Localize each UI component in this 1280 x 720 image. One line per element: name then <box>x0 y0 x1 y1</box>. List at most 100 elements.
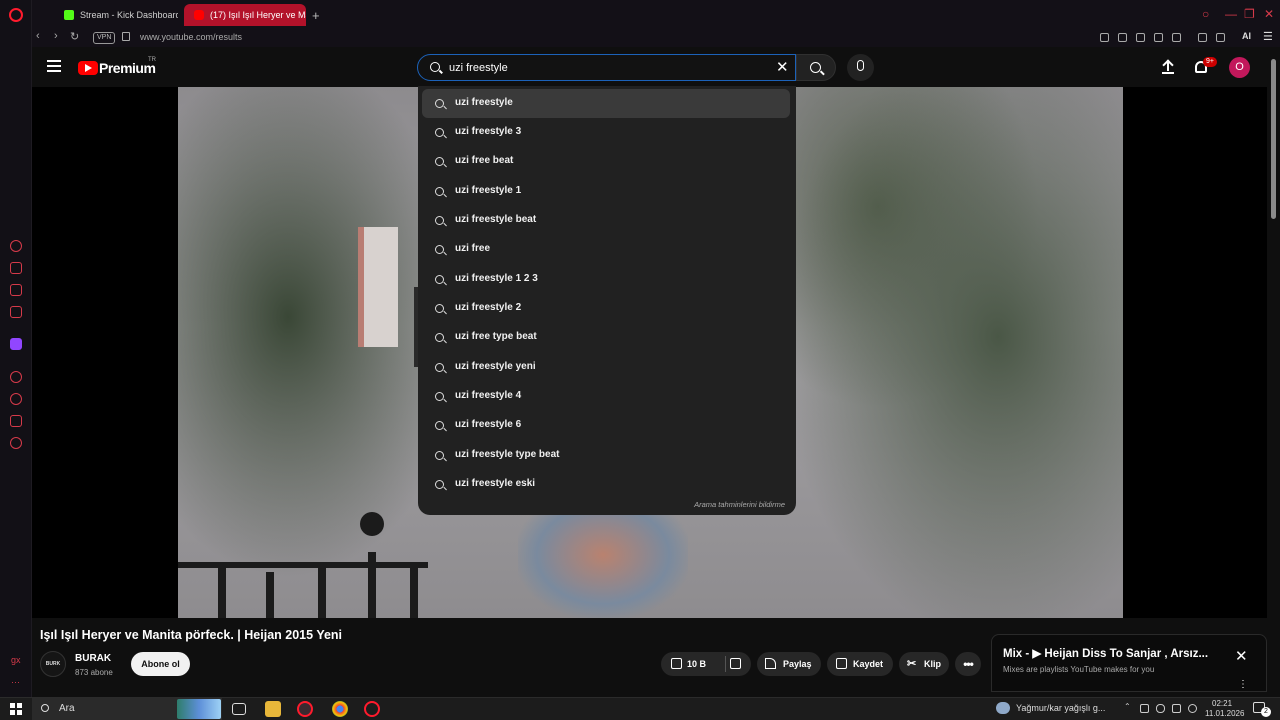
search-icon <box>435 157 444 166</box>
easy-setup-icon[interactable]: ☰ <box>1263 30 1273 43</box>
suggestion-item[interactable]: uzi freestyle 3 <box>422 118 790 147</box>
more-vert-icon[interactable]: ⋮ <box>1238 679 1248 690</box>
voice-search-button[interactable] <box>847 54 874 81</box>
mail-icon[interactable] <box>10 306 22 318</box>
hamburger-menu-icon[interactable] <box>47 60 61 72</box>
taskbar-search-label: Ara <box>59 703 75 714</box>
clear-search-button[interactable]: ✕ <box>776 58 789 76</box>
suggestion-item[interactable]: uzi free type beat <box>422 323 790 352</box>
history-icon[interactable] <box>10 393 22 405</box>
windows-start-icon[interactable] <box>10 703 22 715</box>
suggestion-item[interactable]: uzi freestyle type beat <box>422 441 790 470</box>
channel-name[interactable]: BURAK <box>75 653 111 664</box>
clock-date[interactable]: 11.01.2026 <box>1205 709 1244 718</box>
chevron-up-icon[interactable]: ⌃ <box>1124 702 1133 711</box>
aria-icon[interactable] <box>10 262 22 274</box>
suggestion-item[interactable]: uzi freestyle 1 <box>422 177 790 206</box>
lock-icon[interactable] <box>122 32 130 41</box>
share-button[interactable]: Paylaş <box>757 652 821 676</box>
suggestion-item[interactable]: uzi freestyle 6 <box>422 411 790 440</box>
file-explorer-icon[interactable] <box>265 701 281 717</box>
mix-playlist-card[interactable]: Mix - ▶ Heijan Diss To Sanjar , Arsız...… <box>991 634 1267 692</box>
search-box[interactable]: ✕ <box>417 54 796 81</box>
channel-avatar[interactable]: BURK <box>40 651 66 677</box>
close-window-button[interactable]: ✕ <box>1264 7 1274 21</box>
taskbar-search[interactable]: Ara <box>32 698 222 720</box>
report-predictions-link[interactable]: Arama tahminlerini bildirme <box>694 500 785 509</box>
weather-text[interactable]: Yağmur/kar yağışlı g... <box>1016 703 1105 713</box>
suggestion-item[interactable]: uzi free <box>422 235 790 264</box>
snapshot-icon[interactable] <box>1118 33 1127 42</box>
heart-icon[interactable] <box>1172 33 1181 42</box>
download-icon[interactable] <box>1216 33 1225 42</box>
back-button[interactable]: ‹ <box>36 30 40 42</box>
suggestion-item[interactable]: uzi freestyle <box>422 89 790 118</box>
extensions-icon[interactable] <box>10 415 22 427</box>
suggestion-item[interactable]: uzi freestyle 2 <box>422 294 790 323</box>
reload-button[interactable]: ↻ <box>70 30 79 43</box>
like-count[interactable]: 10 B <box>687 652 706 676</box>
search-button[interactable] <box>796 54 836 81</box>
url-field[interactable]: www.youtube.com/results <box>140 32 242 42</box>
close-icon[interactable]: ✕ <box>1235 647 1248 665</box>
subscribe-button[interactable]: Abone ol <box>131 652 190 676</box>
create-upload-icon[interactable] <box>1162 60 1174 74</box>
messenger-icon[interactable] <box>10 284 22 296</box>
new-tab-button[interactable]: + <box>312 8 320 23</box>
search-input[interactable] <box>449 60 749 76</box>
search-tabs-icon[interactable]: ○ <box>1202 7 1209 21</box>
wallet-icon[interactable] <box>1198 33 1207 42</box>
settings-gear-icon[interactable] <box>10 437 22 449</box>
more-actions-button[interactable]: ••• <box>955 652 981 676</box>
youtube-logo-icon[interactable] <box>78 61 98 75</box>
opera-gx-taskbar-icon[interactable] <box>297 701 313 717</box>
network-icon[interactable] <box>1172 704 1181 713</box>
pin-icon[interactable] <box>1100 33 1109 42</box>
play-icon[interactable] <box>1154 33 1163 42</box>
tab-kick-dashboard[interactable]: Stream - Kick Dashboard <box>54 4 178 26</box>
opera-icon[interactable] <box>364 701 380 717</box>
tab-label: (17) Işıl Işıl Heryer ve Manita <box>210 10 306 20</box>
opera-logo-icon[interactable] <box>9 8 23 22</box>
clip-button[interactable]: ✂ Klip <box>899 652 949 676</box>
save-label: Kaydet <box>853 659 884 669</box>
twitch-icon[interactable] <box>10 338 22 350</box>
restore-button[interactable]: ❐ <box>1244 7 1255 21</box>
share-arrow-icon <box>765 658 776 669</box>
thumbs-up-icon[interactable] <box>671 658 682 669</box>
search-icon <box>435 187 444 196</box>
search-highlight-image <box>177 699 221 719</box>
thumbs-down-icon[interactable] <box>730 658 741 669</box>
chrome-icon[interactable] <box>332 701 348 717</box>
account-avatar[interactable]: O <box>1229 57 1250 78</box>
gx-icon[interactable]: gx <box>11 655 21 665</box>
suggestion-item[interactable]: uzi freestyle beat <box>422 206 790 235</box>
mix-title[interactable]: Mix - ▶ Heijan Diss To Sanjar , Arsız... <box>1003 646 1228 660</box>
task-view-icon[interactable] <box>232 703 246 715</box>
page-scrollbar[interactable] <box>1268 47 1280 697</box>
suggestion-item[interactable]: uzi freestyle 4 <box>422 382 790 411</box>
vpn-badge[interactable]: VPN <box>93 32 116 44</box>
meet-now-icon[interactable] <box>1140 704 1149 713</box>
sidebar-more-icon[interactable]: ··· <box>11 677 20 687</box>
volume-icon[interactable] <box>1188 704 1197 713</box>
clock-time[interactable]: 02:21 <box>1212 699 1232 708</box>
scrollbar-thumb[interactable] <box>1271 59 1276 219</box>
suggestion-item[interactable]: uzi freestyle 1 2 3 <box>422 265 790 294</box>
weather-icon[interactable] <box>996 702 1010 714</box>
suggestion-item[interactable]: uzi freestyle yeni <box>422 353 790 382</box>
chatgpt-icon[interactable] <box>10 240 22 252</box>
shield-icon[interactable] <box>1136 33 1145 42</box>
tab-youtube[interactable]: (17) Işıl Işıl Heryer ve Manita <box>184 4 306 26</box>
suggestion-item[interactable]: uzi free beat <box>422 147 790 176</box>
premium-label[interactable]: Premium <box>99 60 156 76</box>
microphone-icon[interactable] <box>1156 704 1165 713</box>
save-button[interactable]: Kaydet <box>827 652 893 676</box>
minimize-button[interactable]: — <box>1225 7 1237 21</box>
ai-button[interactable]: AI <box>1242 31 1251 41</box>
forward-button[interactable]: › <box>54 30 58 42</box>
player-icon[interactable] <box>10 371 22 383</box>
suggestion-item[interactable]: uzi freestyle eski <box>422 470 790 499</box>
search-icon <box>435 363 444 372</box>
kick-favicon-icon <box>64 10 74 20</box>
